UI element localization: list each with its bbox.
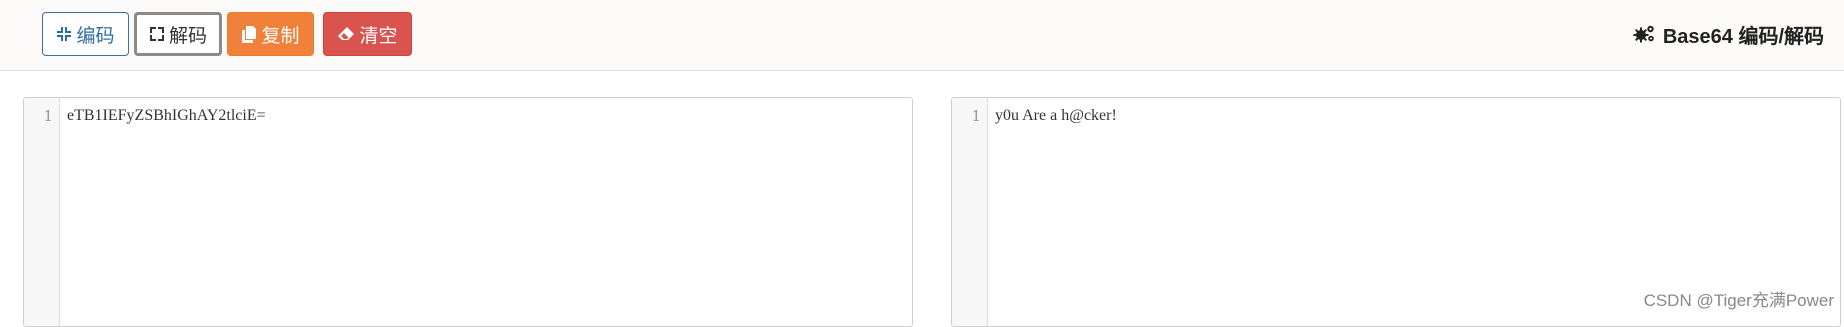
page-title: Base64 编码/解码 <box>1633 20 1824 48</box>
input-editor[interactable]: 1 eTB1IEFyZSBhIGhAY2tlciE= <box>23 97 913 327</box>
copy-label: 复制 <box>261 21 299 48</box>
clear-button[interactable]: 清空 <box>323 12 412 56</box>
line-number: 1 <box>43 107 53 125</box>
toolbar: 编码 解码 复制 清空 <box>0 0 1844 71</box>
decode-button[interactable]: 解码 <box>134 12 222 56</box>
line-gutter: 1 <box>24 98 60 326</box>
page-title-text: Base64 编码/解码 <box>1663 20 1824 49</box>
eraser-icon <box>337 26 355 42</box>
input-code-line[interactable]: eTB1IEFyZSBhIGhAY2tlciE= <box>67 107 266 125</box>
line-number: 1 <box>971 107 981 125</box>
encode-button[interactable]: 编码 <box>42 12 129 56</box>
gears-icon <box>1633 24 1657 44</box>
clear-label: 清空 <box>359 21 397 48</box>
compress-icon <box>56 26 72 42</box>
copy-icon <box>241 26 257 43</box>
watermark: CSDN @Tiger充满Power <box>1644 286 1834 311</box>
decode-label: 解码 <box>169 21 207 48</box>
output-code-line[interactable]: y0u Are a h@cker! <box>995 107 1117 125</box>
encode-label: 编码 <box>76 21 114 48</box>
expand-icon <box>149 26 165 42</box>
line-gutter: 1 <box>952 98 988 326</box>
copy-button[interactable]: 复制 <box>227 12 314 56</box>
